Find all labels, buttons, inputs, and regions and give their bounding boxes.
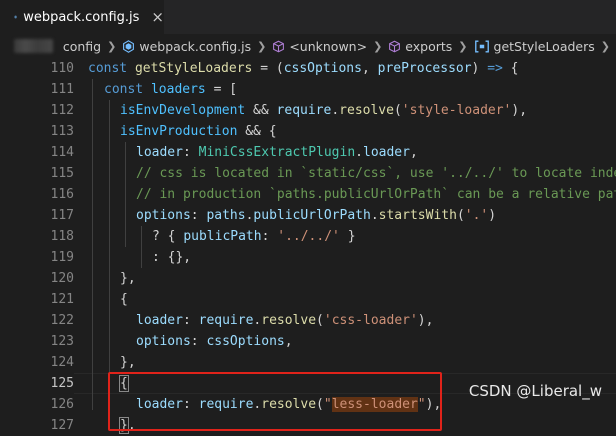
breadcrumb-unknown[interactable]: <unknown>	[272, 39, 367, 54]
line-number: 123	[50, 334, 74, 349]
close-icon[interactable]: ×	[151, 8, 164, 26]
line-number: 116	[50, 187, 74, 202]
cube-icon	[389, 40, 401, 52]
indent-guide	[125, 142, 126, 247]
line-number: 126	[50, 397, 74, 412]
breadcrumb-webpack-config[interactable]: webpack.config.js	[122, 39, 251, 54]
code-line: loader: MiniCssExtractPlugin.loader,	[136, 145, 418, 160]
line-number: 119	[50, 250, 74, 265]
indent-guide	[92, 79, 93, 410]
breadcrumb: config ❯ webpack.config.js ❯ <unknown> ❯…	[0, 34, 616, 58]
code-line: options: paths.publicUrlOrPath.startsWit…	[136, 208, 497, 223]
code-line: isEnvDevelopment && require.resolve('sty…	[120, 103, 528, 118]
code-line: isEnvProduction && {	[120, 124, 277, 139]
code-line: loader: require.resolve('css-loader'),	[136, 313, 434, 328]
code-line: const getStyleLoaders = (cssOptions, pre…	[88, 61, 519, 76]
chevron-right-icon: ❯	[458, 39, 468, 53]
indent-guide	[109, 100, 110, 410]
code-line: const loaders = [	[104, 82, 238, 97]
code-line: : {},	[152, 250, 192, 265]
watermark: CSDN @Liberal_w	[468, 382, 602, 400]
code-comment: // css is located in `static/css`, use '…	[136, 166, 616, 181]
chevron-right-icon: ❯	[373, 39, 383, 53]
breadcrumb-exports[interactable]: exports	[388, 39, 452, 54]
code-comment: // in production `paths.publicUrlOrPath`…	[136, 187, 616, 202]
code-line: ? { publicPath: '../../' }	[152, 229, 356, 244]
tab-bar: webpack.config.js ×	[0, 0, 616, 34]
line-number: 120	[50, 271, 74, 286]
line-number-gutter: 110 111 112 113 114 115 116 117 118 119 …	[0, 58, 74, 433]
line-number: 113	[50, 124, 74, 139]
line-number: 115	[50, 166, 74, 181]
line-number: 117	[50, 208, 74, 223]
bracket-icon	[474, 40, 489, 52]
indent-guide	[141, 226, 142, 268]
chevron-right-icon: ❯	[257, 39, 267, 53]
js-file-icon	[123, 39, 135, 53]
code-line: },	[120, 355, 136, 370]
code-editor[interactable]: 110 111 112 113 114 115 116 117 118 119 …	[0, 58, 616, 434]
breadcrumb-getstyleloaders[interactable]: getStyleLoaders	[474, 39, 595, 54]
cube-icon	[273, 40, 285, 52]
breadcrumb-config[interactable]: config	[63, 39, 101, 54]
line-number: 124	[50, 355, 74, 370]
js-file-icon	[14, 15, 17, 19]
tab-webpack-config[interactable]: webpack.config.js ×	[0, 0, 164, 34]
line-number: 122	[50, 313, 74, 328]
highlight-annotation-box	[108, 372, 442, 431]
code-line: options: cssOptions,	[136, 334, 293, 349]
code-line: },	[120, 271, 136, 286]
line-number: 127	[50, 418, 74, 433]
blurred-path	[14, 39, 53, 53]
line-number: 110	[50, 61, 74, 76]
line-number: 114	[50, 145, 74, 160]
chevron-right-icon: ❯	[107, 39, 117, 53]
line-number: 125	[50, 376, 74, 391]
line-number: 112	[50, 103, 74, 118]
line-number: 111	[50, 82, 74, 97]
chevron-right-icon: ❯	[600, 39, 610, 53]
code-line: {	[120, 292, 128, 307]
tab-label: webpack.config.js	[23, 9, 140, 25]
line-number: 121	[50, 292, 74, 307]
line-number: 118	[50, 229, 74, 244]
